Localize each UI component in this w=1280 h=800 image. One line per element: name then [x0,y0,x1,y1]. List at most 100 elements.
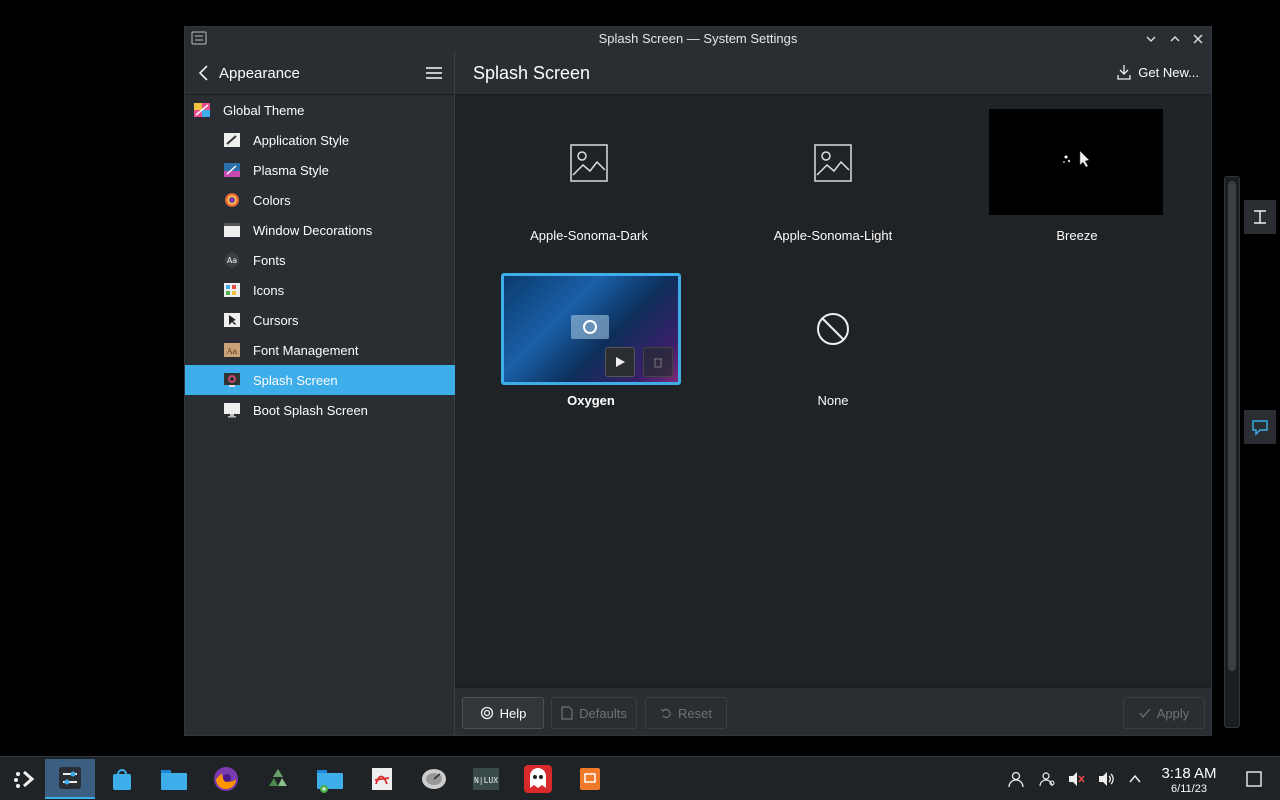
sidebar-item-fonts[interactable]: Aa Fonts [185,245,455,275]
theme-tile-none[interactable]: None [735,273,935,423]
oxygen-logo-icon [571,315,609,339]
theme-name: Breeze [1056,228,1098,243]
download-icon [1117,65,1131,80]
trash-icon [654,358,662,368]
clock-time[interactable]: 3:18 AM [1154,765,1224,782]
text-cursor-icon [1254,210,1266,224]
svg-text:Aa: Aa [226,347,238,356]
footer-bar: Help Defaults Reset Apply [455,687,1211,735]
show-desktop-icon [1246,771,1262,787]
taskbar: N|LUX 3:18 AM 6/11/23 [0,756,1280,800]
sidebar-item-plasma-style[interactable]: Plasma Style [185,155,455,185]
hamburger-menu-icon[interactable] [426,66,442,80]
shopping-bag-icon [113,769,131,790]
scrollbar[interactable] [1224,176,1240,728]
sidebar-item-window-decorations[interactable]: Window Decorations [185,215,455,245]
taskbar-nilux[interactable]: N|LUX [461,759,511,799]
text-tool-button[interactable] [1244,200,1276,234]
taskbar-disk-utility[interactable] [409,759,459,799]
help-button[interactable]: Help [462,697,544,729]
taskbar-ghost-app[interactable] [513,759,563,799]
window-title: Splash Screen — System Settings [598,31,798,46]
clock-date[interactable]: 6/11/23 [1154,783,1224,795]
svg-text:Aa: Aa [227,256,237,265]
taskbar-dolphin[interactable] [149,759,199,799]
chevron-down-icon [1146,36,1156,42]
close-button[interactable] [1188,29,1208,49]
sidebar-item-application-style[interactable]: Application Style [185,125,455,155]
main-header: Splash Screen Get New... [455,51,1211,95]
tray-microphone[interactable] [1066,769,1086,789]
theme-tile-apple-sonoma-light[interactable]: Apple-Sonoma-Light [735,109,935,249]
splash-screen-icon [224,373,240,387]
firefox-icon [214,767,238,791]
taskbar-pdf-reader[interactable] [357,759,407,799]
taskbar-discover[interactable] [97,759,147,799]
application-launcher[interactable] [0,759,50,799]
speech-bubble-icon [1252,420,1268,436]
sidebar: Appearance Global Theme Application Styl… [185,51,455,735]
icons-icon [224,283,240,297]
sidebar-item-boot-splash-screen[interactable]: Boot Splash Screen [185,395,455,425]
minimize-button[interactable] [1141,29,1161,49]
taskbar-home-folder[interactable] [305,759,355,799]
tray-kde-connect[interactable] [1037,769,1057,789]
apply-button[interactable]: Apply [1123,697,1205,729]
recycle-icon [269,769,287,786]
system-settings-icon [59,767,81,789]
get-new-button[interactable]: Get New... [1116,64,1199,80]
chevron-up-icon [1129,774,1141,783]
preview-button[interactable] [605,347,635,377]
theme-tile-apple-sonoma-dark[interactable]: Apple-Sonoma-Dark [491,109,691,249]
plasma-style-icon [224,163,240,177]
theme-name: None [817,393,849,408]
theme-tile-breeze[interactable]: Breeze [979,109,1179,249]
tray-volume[interactable] [1096,769,1116,789]
application-style-icon [224,133,240,147]
delete-button[interactable] [643,347,673,377]
taskbar-firefox[interactable] [201,759,251,799]
font-management-icon: Aa [224,343,240,357]
system-settings-window: Splash Screen — System Settings Appearan… [184,26,1212,736]
note-button[interactable] [1244,410,1276,444]
scrollbar-thumb[interactable] [1228,181,1236,671]
taskbar-recycle[interactable] [253,759,303,799]
back-arrow-icon[interactable] [197,65,211,81]
pdf-document-icon [372,768,392,790]
user-switch-icon [1039,772,1055,787]
taskbar-orange-app[interactable] [565,759,615,799]
nilux-icon: N|LUX [473,768,499,790]
sidebar-header-label: Appearance [219,65,300,82]
sidebar-header: Appearance [185,51,454,95]
sidebar-item-splash-screen[interactable]: Splash Screen [185,365,455,395]
document-icon [561,706,573,720]
sidebar-item-colors[interactable]: Colors [185,185,455,215]
home-folder-icon [317,770,343,793]
image-placeholder-icon [570,144,608,182]
no-entry-icon [817,313,849,345]
theme-grid: Apple-Sonoma-Dark Apple-Sonoma-Light Bre… [455,95,1211,687]
show-desktop-button[interactable] [1244,769,1264,789]
theme-preview [745,109,921,217]
get-new-label: Get New... [1138,64,1199,80]
cursors-icon [224,313,240,327]
sidebar-item-font-management[interactable]: Aa Font Management [185,335,455,365]
theme-tile-oxygen[interactable]: Oxygen [491,273,691,423]
sidebar-item-cursors[interactable]: Cursors [185,305,455,335]
sidebar-item-global-theme[interactable]: Global Theme [185,95,455,125]
window-decorations-icon [224,223,240,237]
theme-name: Apple-Sonoma-Dark [530,228,648,243]
reset-button[interactable]: Reset [645,697,727,729]
tray-user[interactable] [1006,769,1026,789]
title-bar[interactable]: Splash Screen — System Settings [185,27,1211,51]
speaker-volume-icon [1099,772,1114,786]
colors-icon [225,193,239,207]
tray-expand[interactable] [1125,769,1145,789]
checkmark-icon [1139,708,1151,719]
undo-icon [660,708,671,719]
defaults-button[interactable]: Defaults [551,697,637,729]
theme-name: Oxygen [567,393,615,408]
sidebar-item-icons[interactable]: Icons [185,275,455,305]
taskbar-system-settings[interactable] [45,759,95,799]
maximize-button[interactable] [1165,29,1185,49]
